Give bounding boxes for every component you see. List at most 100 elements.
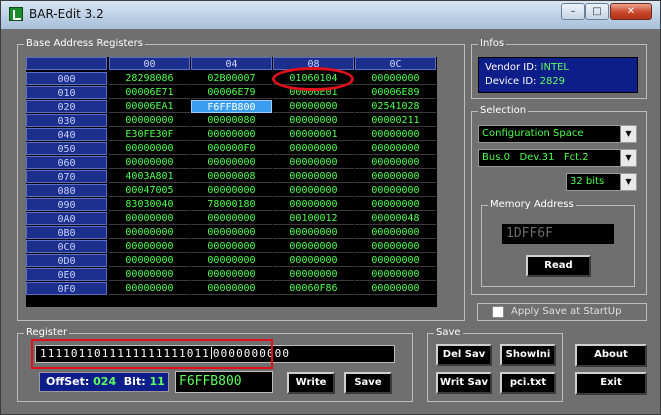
- grid-cell[interactable]: 00000211: [355, 114, 436, 127]
- grid-cell[interactable]: E30FE30F: [109, 128, 190, 141]
- grid-cell[interactable]: 00000000: [273, 142, 354, 155]
- grid-cell[interactable]: 00000000: [273, 254, 354, 267]
- grid-cell[interactable]: 00000000: [273, 198, 354, 211]
- grid-cell[interactable]: 00000000: [355, 170, 436, 183]
- save-button[interactable]: Save: [344, 372, 392, 394]
- grid-cell[interactable]: 00000000: [355, 254, 436, 267]
- grid-cell[interactable]: 00000000: [109, 142, 190, 155]
- grid-cell[interactable]: 00000000: [355, 156, 436, 169]
- pci-txt-button[interactable]: pci.txt: [500, 372, 556, 394]
- grid-cell[interactable]: 83030040: [109, 198, 190, 211]
- grid-cell[interactable]: 00000000: [355, 184, 436, 197]
- grid-cell[interactable]: 00006E79: [191, 86, 272, 99]
- grid-cell[interactable]: 02B00007: [191, 72, 272, 85]
- grid-cell[interactable]: 00000000: [191, 240, 272, 253]
- grid-cell[interactable]: 00000000: [191, 184, 272, 197]
- grid-row-header: 020: [26, 100, 107, 113]
- highlight-box: [31, 339, 273, 369]
- grid-cell[interactable]: 00000000: [355, 198, 436, 211]
- grid-cell[interactable]: 00000000: [355, 142, 436, 155]
- grid-cell[interactable]: 00000000: [109, 212, 190, 225]
- grid-cell[interactable]: 00000000: [355, 240, 436, 253]
- grid-cell[interactable]: 00000000: [191, 226, 272, 239]
- grid-row-header: 090: [26, 198, 107, 211]
- exit-button[interactable]: Exit: [575, 372, 647, 395]
- read-button[interactable]: Read: [526, 255, 591, 277]
- chevron-down-icon[interactable]: ▼: [620, 126, 636, 142]
- grid-cell[interactable]: 00000000: [109, 114, 190, 127]
- chevron-down-icon[interactable]: ▼: [620, 150, 636, 166]
- app-window: BAR-Edit 3.2 – □ ✕ Base Address Register…: [0, 0, 661, 415]
- grid-cell[interactable]: 00000000: [109, 156, 190, 169]
- minimize-button[interactable]: –: [561, 3, 585, 20]
- del-sav-button[interactable]: Del Sav: [436, 344, 492, 366]
- grid-cell[interactable]: 00000000: [191, 128, 272, 141]
- grid-row-header: 060: [26, 156, 107, 169]
- grid-cell[interactable]: 00000048: [355, 212, 436, 225]
- grid-cell[interactable]: 00000000: [273, 226, 354, 239]
- grid-cell[interactable]: 78000180: [191, 198, 272, 211]
- bar-group-label: Base Address Registers: [24, 37, 145, 51]
- maximize-button[interactable]: □: [585, 3, 609, 20]
- width-select[interactable]: 32 bits ▼: [566, 173, 637, 191]
- grid-cell[interactable]: 00000000: [191, 254, 272, 267]
- grid-cell[interactable]: 00000000: [109, 226, 190, 239]
- offset-bit-panel: OffSet: 024 Bit: 11: [39, 372, 169, 392]
- grid-cell[interactable]: 00047005: [109, 184, 190, 197]
- grid-cell[interactable]: 00000000: [109, 254, 190, 267]
- grid-column-header: 0C: [355, 57, 436, 70]
- grid-cell[interactable]: 00000000: [273, 170, 354, 183]
- grid-cell[interactable]: 00000000: [191, 282, 272, 295]
- device-id-label: Device ID:: [485, 76, 537, 87]
- grid-cell[interactable]: 00060F86: [273, 282, 354, 295]
- grid-cell[interactable]: 00000000: [355, 268, 436, 281]
- grid-cell[interactable]: 00000000: [109, 268, 190, 281]
- highlight-oval: [272, 67, 354, 91]
- device-id-value: 2829: [539, 76, 566, 87]
- grid-cell[interactable]: 00000001: [273, 128, 354, 141]
- grid-cell[interactable]: 00000008: [191, 170, 272, 183]
- grid-cell[interactable]: 02541028: [355, 100, 436, 113]
- title-bar[interactable]: BAR-Edit 3.2 – □ ✕: [1, 1, 660, 29]
- grid-cell[interactable]: 00006E89: [355, 86, 436, 99]
- grid-cell[interactable]: 00000000: [109, 282, 190, 295]
- show-ini-button[interactable]: ShowIni: [500, 344, 556, 366]
- space-select[interactable]: Configuration Space ▼: [478, 125, 637, 143]
- writ-sav-button[interactable]: Writ Sav: [436, 372, 492, 394]
- grid-cell[interactable]: 00000000: [191, 212, 272, 225]
- write-button[interactable]: Write: [287, 372, 335, 394]
- grid-cell[interactable]: 00006EA1: [109, 100, 190, 113]
- grid-cell[interactable]: 00000000: [355, 282, 436, 295]
- close-button[interactable]: ✕: [610, 3, 652, 20]
- memory-address-input[interactable]: 1DFF6F: [501, 223, 615, 245]
- grid-cell-selected[interactable]: F6FFB800: [191, 100, 272, 113]
- grid-row-header: 0E0: [26, 268, 107, 281]
- grid-cell[interactable]: 00000000: [355, 72, 436, 85]
- save-group-label: Save: [434, 326, 463, 340]
- grid-cell[interactable]: 00000000: [355, 226, 436, 239]
- grid-cell[interactable]: 00000080: [191, 114, 272, 127]
- grid-cell[interactable]: 28298086: [109, 72, 190, 85]
- grid-cell[interactable]: 00000000: [273, 156, 354, 169]
- bit-label: Bit:: [123, 375, 146, 388]
- grid-cell[interactable]: 00000000: [273, 184, 354, 197]
- grid-cell[interactable]: 4003A801: [109, 170, 190, 183]
- grid-cell[interactable]: 00000000: [355, 128, 436, 141]
- apply-save-checkbox[interactable]: [492, 306, 504, 318]
- grid-row-header: 0A0: [26, 212, 107, 225]
- about-button[interactable]: About: [575, 344, 647, 367]
- grid-cell[interactable]: 00000000: [191, 156, 272, 169]
- device-select[interactable]: Bus.0 Dev.31 Fct.2 ▼: [478, 149, 637, 167]
- grid-row-header: 010: [26, 86, 107, 99]
- grid-cell[interactable]: 00000000: [191, 268, 272, 281]
- grid-cell[interactable]: 000000F0: [191, 142, 272, 155]
- register-value-field[interactable]: F6FFB800: [175, 371, 273, 393]
- grid-cell[interactable]: 00000000: [273, 240, 354, 253]
- grid-cell[interactable]: 00000000: [109, 240, 190, 253]
- grid-cell[interactable]: 00006E71: [109, 86, 190, 99]
- grid-cell[interactable]: 00000000: [273, 268, 354, 281]
- grid-cell[interactable]: 00000000: [273, 100, 354, 113]
- grid-cell[interactable]: 00000000: [273, 114, 354, 127]
- chevron-down-icon[interactable]: ▼: [620, 174, 636, 190]
- grid-cell[interactable]: 00100012: [273, 212, 354, 225]
